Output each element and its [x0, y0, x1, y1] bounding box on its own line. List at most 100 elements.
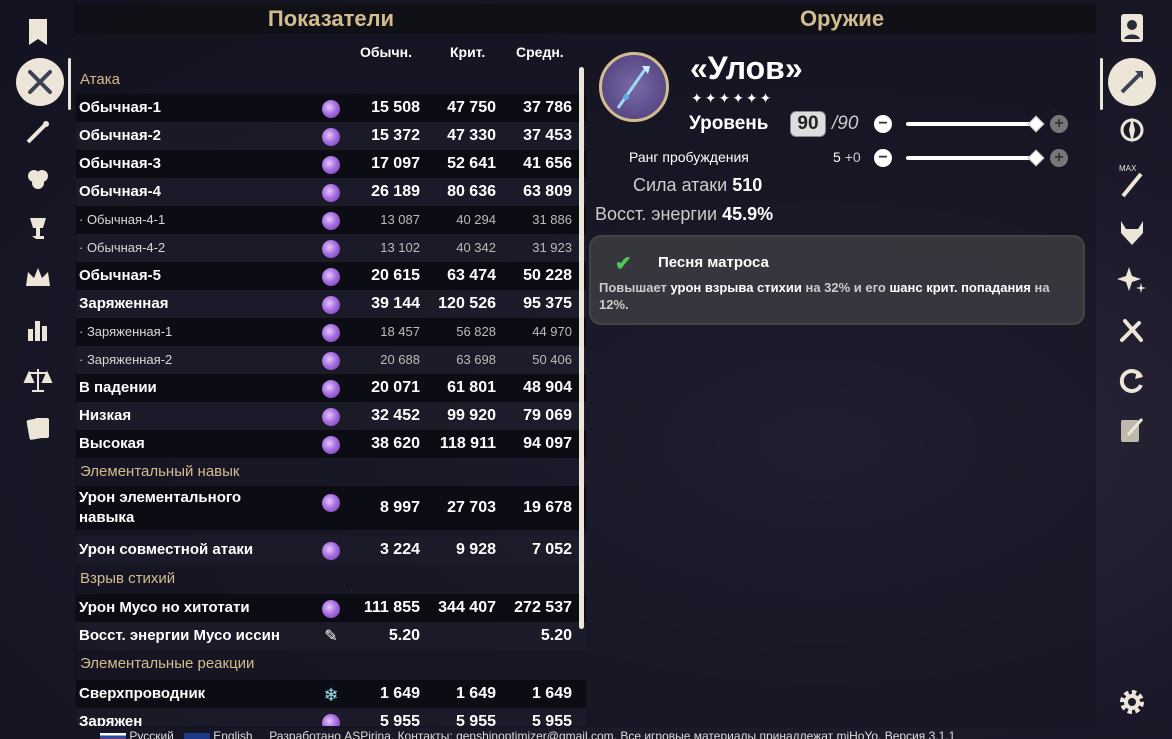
compass-star-icon[interactable]	[1114, 112, 1150, 148]
value-average: 31 923	[532, 240, 572, 255]
sparkles-icon[interactable]	[1114, 262, 1150, 298]
row-label: · Заряженная-2	[79, 352, 173, 367]
electro-icon	[322, 128, 340, 146]
row-label: Обычная-5	[79, 267, 161, 284]
value-normal: 3 224	[379, 541, 420, 558]
value-normal: 38 620	[371, 435, 420, 452]
passive-text: Повышает	[599, 280, 671, 295]
passive-title: Песня матроса	[658, 254, 769, 271]
uk-flag-icon[interactable]	[183, 732, 210, 739]
level-decrease-button[interactable]: −	[874, 115, 892, 133]
value-average: 79 069	[523, 407, 572, 424]
value-crit: 40 342	[456, 240, 496, 255]
lang-russian[interactable]: Русский	[129, 729, 174, 739]
value-crit: 63 698	[456, 352, 496, 367]
table-row: · Обычная-4-1 13 087 40 294 31 886	[76, 206, 586, 234]
refinement-slider[interactable]	[906, 156, 1036, 160]
level-increase-button[interactable]: +	[1050, 115, 1068, 133]
column-crit: Крит.	[450, 44, 486, 60]
value-normal: 15 372	[371, 127, 420, 144]
stats-table: Обычн. Крит. Средн. Атака Обычная-1 15 50…	[76, 40, 586, 726]
electro-icon	[322, 380, 340, 398]
section-skill: Элементальный навык	[80, 463, 240, 480]
cards-icon[interactable]	[20, 410, 56, 446]
value-normal: 13 087	[380, 212, 420, 227]
max-feather-icon[interactable]: MAX	[1114, 162, 1150, 198]
row-label: Сверхпроводник	[79, 685, 206, 702]
table-row: В падении 20 071 61 801 48 904	[76, 374, 586, 402]
sword-sparkle-icon[interactable]	[20, 114, 56, 150]
character-card-icon[interactable]	[1114, 10, 1150, 46]
refresh-icon[interactable]	[1114, 362, 1150, 398]
row-label: Урон элементального навыка	[79, 489, 242, 526]
value-normal: 39 144	[371, 295, 420, 312]
crossed-swords-icon[interactable]	[16, 58, 64, 106]
horned-mask-icon[interactable]	[1114, 214, 1150, 250]
bar-chart-icon[interactable]	[20, 312, 56, 348]
refinement-increase-button[interactable]: +	[1050, 149, 1068, 167]
scales-icon[interactable]	[20, 362, 56, 398]
stats-scrollbar[interactable]	[579, 67, 584, 629]
flower-icon[interactable]	[20, 162, 56, 198]
electro-icon	[322, 184, 340, 202]
footer: Русский English Разработано ASPirina. Ко…	[100, 729, 1100, 739]
table-row: Обычная-3 17 097 52 641 41 656	[76, 150, 586, 178]
passive-text: на 32% и его	[801, 280, 890, 295]
value-average: 63 809	[523, 183, 572, 200]
electro-icon	[322, 408, 340, 426]
fork-knife-icon[interactable]	[1114, 312, 1150, 348]
footer-credits: Разработано ASPirina. Контакты: genshino…	[269, 729, 956, 739]
lang-english[interactable]: English	[213, 729, 252, 739]
value-average: 7 052	[531, 541, 572, 558]
value-average: 94 097	[523, 435, 572, 452]
settings-gear-icon[interactable]	[1114, 684, 1150, 720]
electro-icon	[322, 352, 340, 370]
value-average: 48 904	[523, 379, 572, 396]
crown-icon[interactable]	[20, 260, 56, 296]
weapon-passive-card[interactable]: ✔ Песня матроса Повышает урон взрыва сти…	[589, 235, 1085, 325]
atk-label: Сила атаки	[633, 175, 728, 195]
edit-document-icon[interactable]	[1114, 412, 1150, 448]
value-crit: 80 636	[447, 183, 496, 200]
atk-value: 510	[732, 175, 763, 195]
level-slider[interactable]	[906, 122, 1036, 126]
goblet-icon[interactable]	[20, 210, 56, 246]
refinement-number: 5	[833, 149, 841, 165]
row-label: Обычная-1	[79, 99, 161, 116]
russian-flag-icon[interactable]	[100, 732, 126, 739]
table-row: Урон совместной атаки 3 224 9 928 7 052	[76, 536, 586, 564]
checkmark-icon[interactable]: ✔	[615, 251, 632, 276]
value-normal: 111 855	[363, 599, 420, 616]
value-normal: 8 997	[379, 499, 420, 516]
electro-icon	[322, 600, 340, 618]
value-normal: 18 457	[380, 324, 420, 339]
passive-highlight: урон взрыва стихии	[670, 280, 802, 295]
table-row: Обычная-5 20 615 63 474 50 228	[76, 262, 586, 290]
active-indicator	[1100, 58, 1103, 110]
row-label: Заряженная	[79, 295, 169, 312]
table-row: Заряженная 39 144 120 526 95 375	[76, 290, 586, 318]
er-label: Восст. энергии	[595, 204, 718, 224]
level-input[interactable]: 90	[790, 111, 826, 137]
table-row: · Заряженная-2 20 688 63 698 50 406	[76, 346, 586, 374]
value-average: 95 375	[523, 295, 572, 312]
column-normal: Обычн.	[360, 44, 412, 60]
weapon-icon[interactable]	[599, 52, 669, 122]
refinement-decrease-button[interactable]: −	[874, 149, 892, 167]
value-average: 50 228	[523, 267, 572, 284]
table-row: Низкая 32 452 99 920 79 069	[76, 402, 586, 430]
weapon-header: Оружие	[588, 4, 1096, 34]
passive-description: Повышает урон взрыва стихии на 32% и его…	[599, 279, 1069, 313]
passive-highlight: шанс крит. попадания	[889, 280, 1031, 295]
value-average: 37 453	[523, 127, 572, 144]
table-row: Восст. энергии Мусо иссин ✎ 5.20 5.20	[76, 622, 586, 650]
value-crit: 1 649	[455, 685, 496, 702]
electro-icon	[322, 240, 340, 258]
section-reactions: Элементальные реакции	[80, 655, 255, 672]
weapon-tab-icon[interactable]	[1108, 58, 1156, 106]
row-label: Обычная-2	[79, 127, 161, 144]
right-nav: MAX	[1100, 6, 1162, 726]
electro-icon	[322, 156, 340, 174]
bookmark-icon[interactable]	[20, 14, 56, 50]
value-normal: 5.20	[388, 627, 420, 644]
